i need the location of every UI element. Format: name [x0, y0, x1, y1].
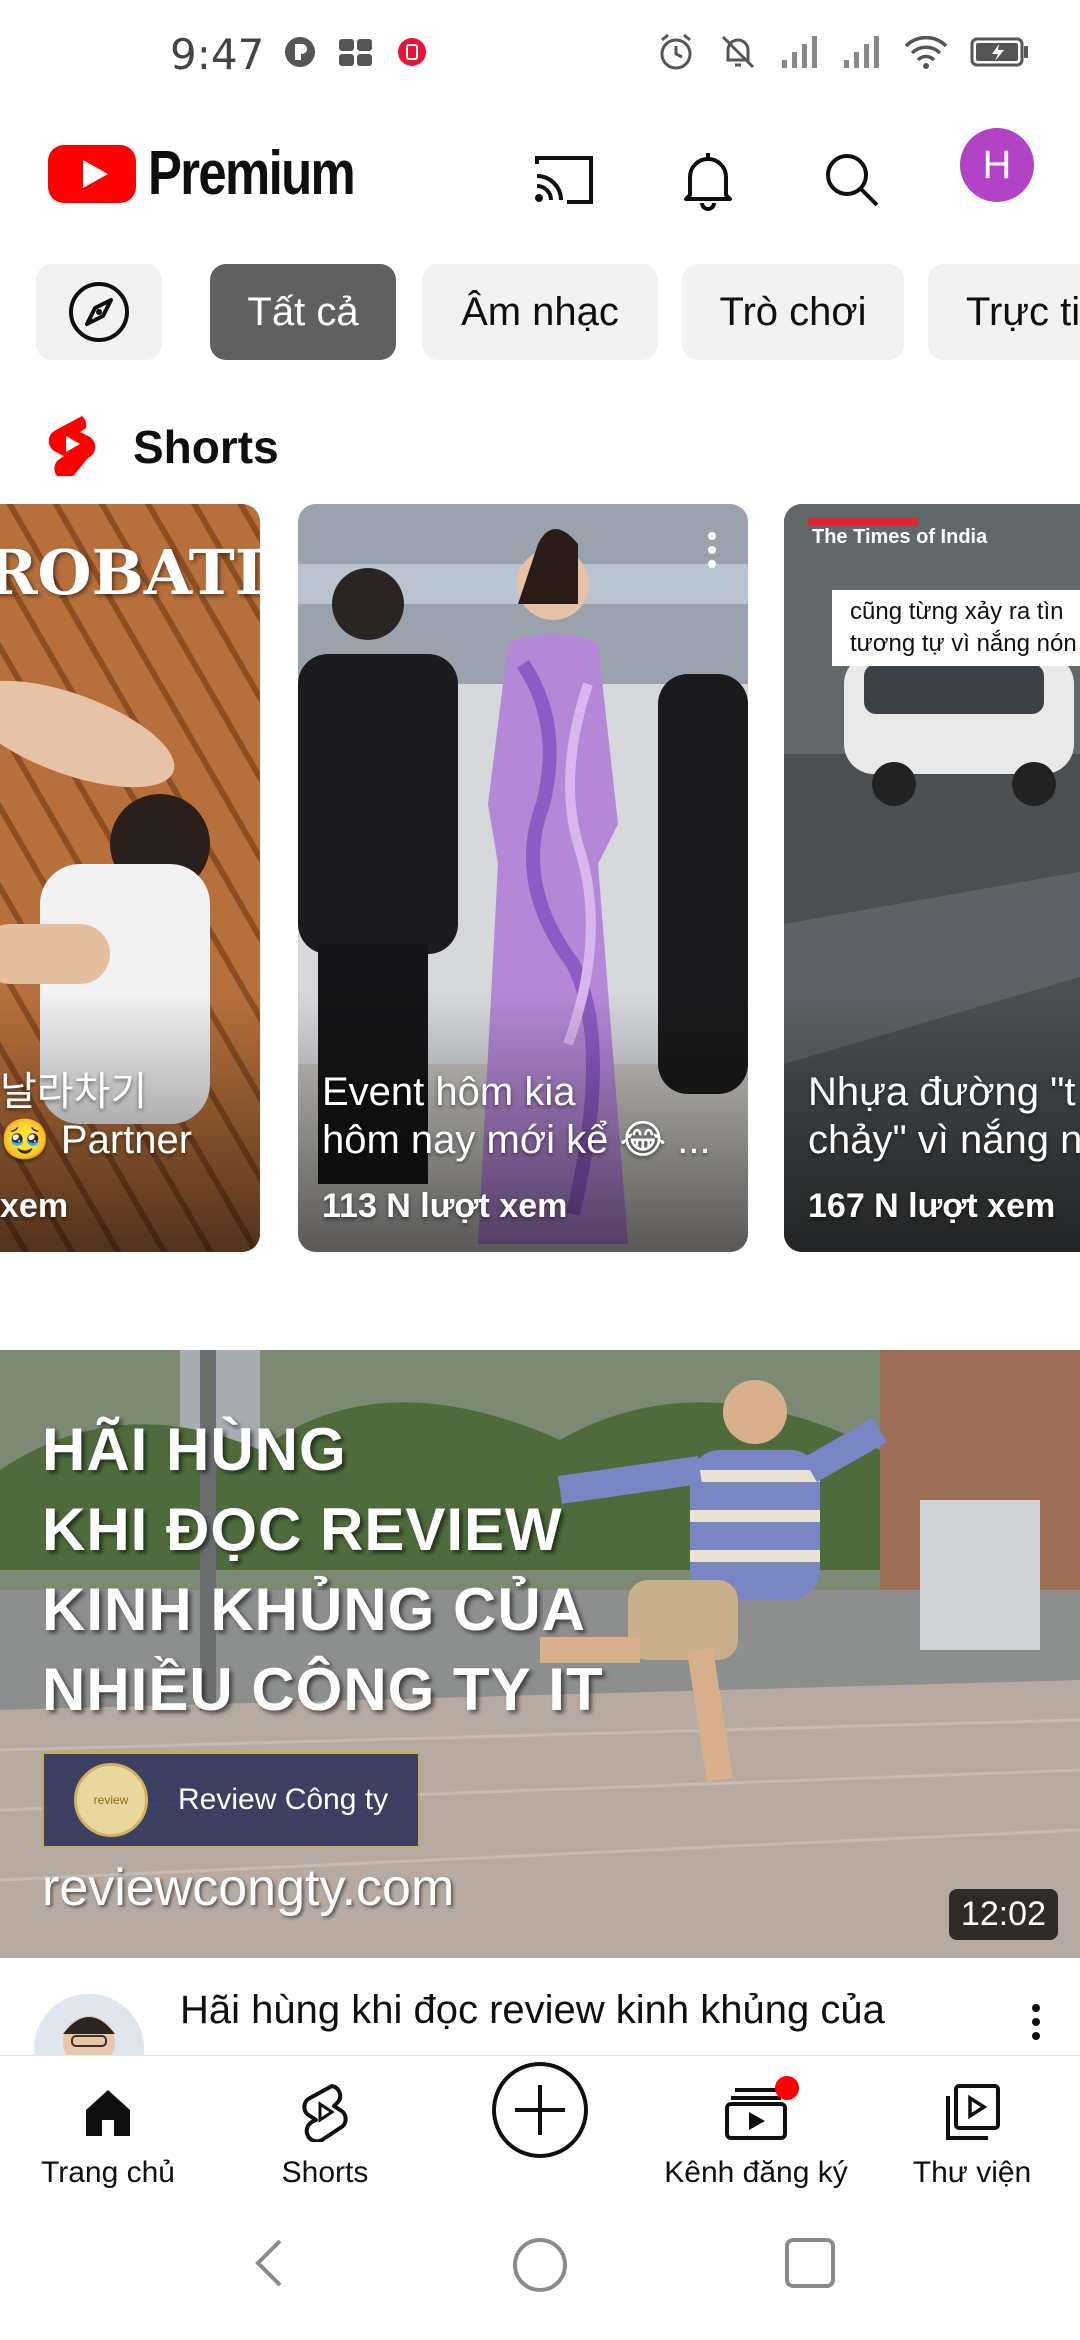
nav-home[interactable]: Trang chủ [28, 2056, 188, 2206]
short-card[interactable]: Event hôm kia hôm nay mới kể 😂 ... 113 N… [298, 504, 748, 1252]
grid-app-icon [338, 36, 374, 68]
notification-dot [775, 2076, 799, 2100]
filter-chips-bar: Tất cả Âm nhạc Trò chơi Trực ti [0, 264, 1080, 360]
chip-live[interactable]: Trực ti [928, 264, 1080, 360]
short-title: Event hôm kia hôm nay mới kể 😂 ... [322, 1070, 711, 1162]
library-icon [944, 2082, 1000, 2142]
youtube-premium-logo[interactable]: Premium [48, 138, 399, 209]
nav-subscriptions-label: Kênh đăng ký [664, 2156, 848, 2189]
more-options-icon[interactable] [1030, 2002, 1042, 2042]
back-icon[interactable] [250, 2235, 290, 2291]
short-banner-text: cũng từng xảy ra tìn tương tự vì nắng nó… [832, 590, 1080, 666]
bottom-navigation: Trang chủ Shorts Kênh đăng ký Thư viện [0, 2055, 1080, 2205]
nav-shorts-label: Shorts [281, 2156, 369, 2189]
recents-icon[interactable] [784, 2237, 836, 2289]
battery-charging-icon [970, 35, 1030, 69]
short-views: 167 N lượt xem [808, 1187, 1056, 1225]
mute-bell-icon [718, 32, 758, 72]
signal-2-icon [842, 34, 882, 70]
chip-music[interactable]: Âm nhạc [422, 264, 658, 360]
brand-name: Premium [148, 139, 356, 208]
video-thumbnail[interactable]: HÃI HÙNG KHI ĐỌC REVIEW KINH KHỦNG CỦA N… [0, 1350, 1080, 1958]
system-navigation-bar [0, 2205, 1080, 2340]
notifications-button[interactable] [668, 140, 748, 220]
signal-icon [780, 34, 820, 70]
nav-create[interactable] [490, 2056, 590, 2206]
short-card[interactable]: The Times of India cũng từng xảy ra tìn … [784, 504, 1080, 1252]
nav-library-label: Thư viện [912, 2156, 1032, 2189]
short-more-options-icon[interactable] [706, 530, 718, 570]
account-avatar[interactable]: H [960, 128, 1034, 202]
channel-avatar[interactable] [34, 1994, 144, 2058]
short-title: Nhựa đường "t chảy" vì nắng n [808, 1070, 1080, 1162]
cast-icon [535, 156, 593, 204]
shorts-section-title: Shorts [133, 421, 279, 473]
review-seal-logo: review [74, 1763, 148, 1837]
create-icon [491, 2062, 589, 2158]
video-duration-badge: 12:02 [948, 1889, 1058, 1940]
thumbnail-headline: HÃI HÙNG KHI ĐỌC REVIEW KINH KHỦNG CỦA N… [42, 1416, 604, 1723]
home-icon [82, 2082, 134, 2142]
youtube-play-logo-icon [48, 144, 136, 203]
short-views: 113 N lượt xem [322, 1187, 568, 1225]
status-time: 9:47 [170, 30, 265, 79]
video-title[interactable]: Hãi hùng khi đọc review kinh khủng của [180, 1984, 1000, 2036]
explore-chip[interactable] [36, 264, 162, 360]
thumbnail-website: reviewcongty.com [42, 1859, 455, 1917]
thumbnail-brand-box: review Review Công ty [42, 1752, 420, 1848]
video-meta-row: Hãi hùng khi đọc review kinh khủng của [0, 1958, 1080, 2058]
short-title: 날라차기 🥹 Partner C... [0, 1070, 193, 1162]
short-overlay-text: ROBATI [0, 536, 260, 609]
cast-button[interactable] [524, 140, 604, 220]
shorts-logo-icon [44, 412, 100, 481]
red-app-icon [396, 36, 428, 68]
chip-gaming[interactable]: Trò chơi [682, 264, 904, 360]
subscriptions-icon [725, 2076, 799, 2142]
short-source-label: The Times of India [812, 526, 988, 548]
thumbnail-brand-name: Review Công ty [178, 1783, 389, 1816]
chip-all[interactable]: Tất cả [210, 264, 396, 360]
alarm-icon [656, 32, 696, 72]
app-header: Premium [0, 120, 1080, 230]
home-circle-icon[interactable] [512, 2237, 568, 2293]
status-bar: 9:47 [0, 0, 1080, 110]
shorts-icon [300, 2082, 350, 2142]
wifi-icon [904, 34, 948, 70]
nav-shorts[interactable]: Shorts [245, 2056, 405, 2206]
search-icon [826, 154, 879, 207]
nav-subscriptions[interactable]: Kênh đăng ký [656, 2056, 856, 2206]
search-button[interactable] [812, 140, 892, 220]
compass-icon [69, 282, 129, 342]
nav-home-label: Trang chủ [41, 2156, 175, 2189]
short-card[interactable]: ROBATI 날라차기 🥹 Partner C... xem [0, 504, 260, 1252]
short-views: xem [0, 1187, 69, 1225]
app-notification-icon [284, 36, 316, 68]
bell-icon [684, 153, 732, 211]
nav-library[interactable]: Thư viện [892, 2056, 1052, 2206]
